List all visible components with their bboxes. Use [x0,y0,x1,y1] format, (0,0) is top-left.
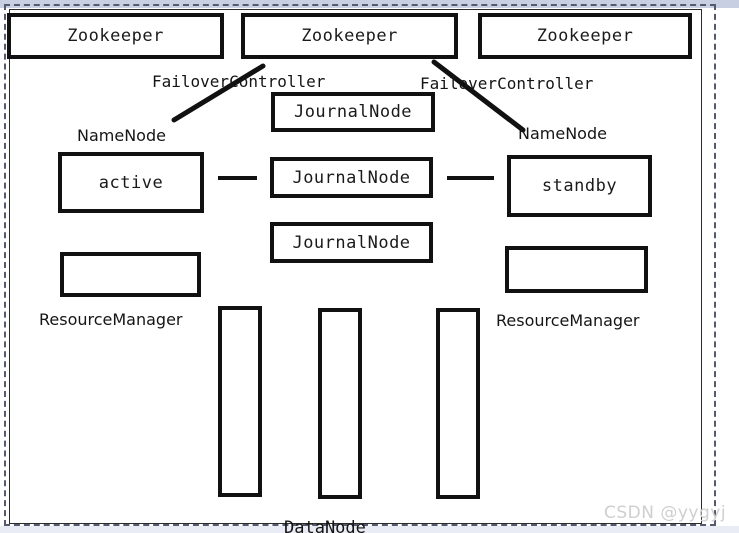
journalnode-box-2[interactable]: JournalNode [270,157,433,198]
namenode-standby-state: standby [541,176,618,196]
datanode-column-3[interactable] [436,308,480,499]
zookeeper-box-2[interactable]: Zookeeper [241,13,458,59]
namenode-active-box[interactable]: active [58,152,204,213]
resourcemanager-box-right[interactable] [505,246,648,293]
namenode-label-right: NameNode [518,124,607,143]
connector-journalnode-to-standby [447,176,494,180]
journalnode-box-1-label: JournalNode [293,102,413,122]
zookeeper-box-3[interactable]: Zookeeper [478,13,692,59]
zookeeper-box-1[interactable]: Zookeeper [7,13,224,59]
namenode-active-state: active [98,172,164,193]
csdn-watermark: CSDN @yygyj [604,503,727,523]
connector-active-to-journalnode [218,176,257,180]
journalnode-box-3-label: JournalNode [292,232,411,253]
resourcemanager-label-left: ResourceManager [39,310,183,329]
resourcemanager-label-right: ResourceManager [496,311,640,330]
datanode-column-2[interactable] [318,308,362,499]
journalnode-box-3[interactable]: JournalNode [270,222,433,263]
namenode-standby-box[interactable]: standby [507,155,652,217]
journalnode-box-1[interactable]: JournalNode [271,92,435,132]
diagram-canvas: Zookeeper Zookeeper Zookeeper FailoverCo… [0,0,739,533]
zookeeper-box-2-label: Zookeeper [301,26,398,46]
datanode-column-1[interactable] [218,306,262,497]
datanode-label: DataNode [284,518,366,533]
namenode-label-left: NameNode [77,126,166,145]
journalnode-box-2-label: JournalNode [292,167,411,188]
bottom-strip [0,526,739,533]
failover-controller-label-left: FailoverController [152,72,326,91]
resourcemanager-box-left[interactable] [60,252,201,297]
zookeeper-box-1-label: Zookeeper [67,26,164,46]
failover-controller-label-right: FailoverController [420,74,594,93]
zookeeper-box-3-label: Zookeeper [536,26,634,46]
